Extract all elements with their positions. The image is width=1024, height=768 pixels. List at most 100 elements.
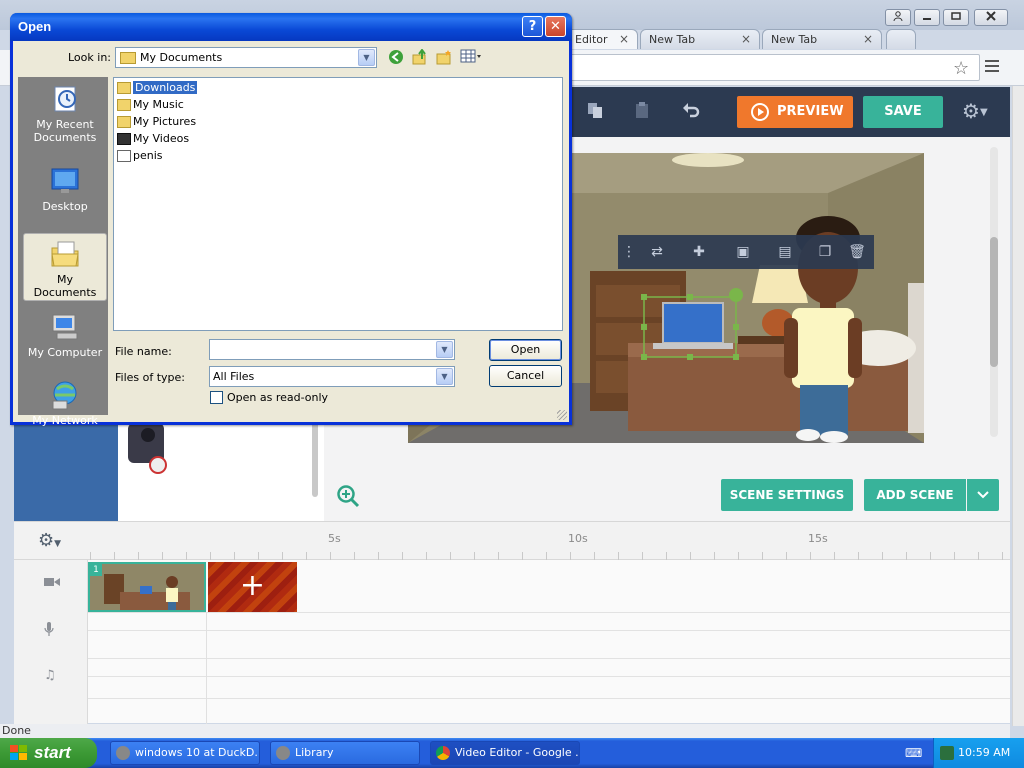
settings-gear-icon[interactable]: ⚙▼ bbox=[962, 99, 988, 123]
read-only-checkbox[interactable] bbox=[210, 391, 223, 404]
file-item-my-videos[interactable]: My Videos bbox=[117, 131, 189, 147]
place-label: My Computer bbox=[27, 346, 103, 359]
bookmark-star-icon[interactable]: ☆ bbox=[953, 58, 969, 79]
tick-label: 15s bbox=[808, 532, 828, 545]
resize-grip[interactable] bbox=[557, 410, 567, 420]
file-name: My Music bbox=[133, 98, 184, 111]
help-button[interactable]: ? bbox=[522, 16, 543, 37]
send-backward-icon[interactable]: ▤ bbox=[776, 243, 794, 261]
file-item-image-file[interactable]: penis bbox=[117, 148, 163, 164]
timeline-settings-icon[interactable]: ⚙▼ bbox=[38, 530, 61, 551]
file-item-downloads[interactable]: Downloads bbox=[117, 80, 198, 96]
user-profile-icon[interactable] bbox=[885, 9, 911, 26]
add-scene-tile[interactable]: + bbox=[208, 562, 297, 612]
chevron-down-icon[interactable]: ▼ bbox=[436, 341, 453, 358]
tab-close-icon[interactable]: × bbox=[863, 32, 873, 46]
page-scrollbar[interactable] bbox=[1012, 86, 1024, 726]
files-of-type-value: All Files bbox=[213, 370, 255, 383]
file-item-my-pictures[interactable]: My Pictures bbox=[117, 114, 196, 130]
tab-close-icon[interactable]: × bbox=[741, 32, 751, 46]
preview-button[interactable]: PREVIEW bbox=[737, 96, 853, 128]
music-note-icon: ♫ bbox=[44, 668, 56, 683]
video-track-icon bbox=[44, 576, 60, 591]
save-button[interactable]: SAVE bbox=[863, 96, 943, 128]
browser-menu-icon[interactable] bbox=[985, 60, 999, 75]
file-name: penis bbox=[133, 149, 163, 162]
place-label: My Documents bbox=[33, 273, 97, 299]
close-window-icon[interactable] bbox=[974, 9, 1008, 26]
start-label: start bbox=[34, 743, 71, 762]
tab-close-icon[interactable]: × bbox=[619, 32, 629, 46]
add-scene-dropdown-button[interactable] bbox=[967, 479, 999, 511]
back-icon[interactable] bbox=[387, 49, 405, 67]
taskbar-item-library[interactable]: Library bbox=[270, 741, 420, 765]
place-my-network[interactable]: My Network bbox=[23, 379, 107, 427]
taskbar-item-duckduckgo[interactable]: windows 10 at DuckD... bbox=[110, 741, 260, 765]
scene-thumbnail[interactable]: 1 bbox=[88, 562, 206, 612]
clock[interactable]: 10:59 AM bbox=[958, 746, 1010, 759]
tray-app-icon[interactable] bbox=[940, 746, 954, 760]
scene-settings-button[interactable]: SCENE SETTINGS bbox=[721, 479, 853, 511]
track-divider bbox=[88, 658, 1010, 659]
add-scene-button[interactable]: ADD SCENE bbox=[864, 479, 966, 511]
files-of-type-label: Files of type: bbox=[115, 371, 186, 384]
tick-label: 5s bbox=[328, 532, 341, 545]
tab-video-editor[interactable]: Editor × bbox=[566, 29, 638, 49]
duplicate-icon[interactable]: ❐ bbox=[816, 243, 834, 261]
tab-label: New Tab bbox=[771, 33, 818, 46]
cancel-button[interactable]: Cancel bbox=[489, 365, 562, 387]
delete-icon[interactable]: 🗑 bbox=[848, 243, 866, 261]
stage-scrollbar[interactable] bbox=[990, 147, 998, 437]
file-list[interactable]: Downloads My Music My Pictures My Videos… bbox=[113, 77, 563, 331]
chevron-down-icon[interactable]: ▼ bbox=[358, 49, 375, 66]
my-documents-icon bbox=[49, 238, 81, 270]
track-headers: ♫ bbox=[14, 560, 88, 724]
ruler-ticks bbox=[90, 552, 1010, 560]
tab-new-tab-1[interactable]: New Tab × bbox=[640, 29, 760, 49]
track-divider bbox=[88, 698, 1010, 699]
restore-icon[interactable] bbox=[943, 9, 969, 26]
start-button[interactable]: start bbox=[0, 738, 97, 768]
look-in-select[interactable]: My Documents ▼ bbox=[115, 47, 377, 68]
file-name: My Pictures bbox=[133, 115, 197, 128]
close-dialog-button[interactable]: ✕ bbox=[545, 16, 566, 37]
view-menu-icon[interactable] bbox=[459, 49, 483, 67]
files-of-type-select[interactable]: All Files ▼ bbox=[209, 366, 455, 387]
place-my-recent-documents[interactable]: My Recent Documents bbox=[23, 83, 107, 144]
look-in-value: My Documents bbox=[140, 51, 223, 64]
add-effect-icon[interactable]: ✚ bbox=[690, 243, 708, 261]
tab-label: Editor bbox=[575, 33, 608, 46]
tab-new-tab-2[interactable]: New Tab × bbox=[762, 29, 882, 49]
place-my-computer[interactable]: My Computer bbox=[23, 311, 107, 359]
drag-handle-icon[interactable]: ⋮ bbox=[620, 243, 638, 261]
chevron-down-icon[interactable]: ▼ bbox=[436, 368, 453, 385]
timeline-ruler: ⚙▼ 5s 10s 15s bbox=[14, 522, 1010, 560]
file-name-input[interactable]: ▼ bbox=[209, 339, 455, 360]
status-text: Done bbox=[0, 724, 1010, 738]
open-button[interactable]: Open bbox=[489, 339, 562, 361]
new-folder-icon[interactable] bbox=[435, 49, 453, 67]
folder-icon bbox=[117, 82, 131, 94]
chevron-down-icon bbox=[977, 491, 989, 499]
desktop-icon bbox=[49, 165, 81, 197]
paste-icon[interactable] bbox=[631, 101, 653, 123]
file-item-my-music[interactable]: My Music bbox=[117, 97, 184, 113]
dialog-titlebar[interactable]: Open ? ✕ bbox=[10, 13, 572, 41]
copy-icon[interactable] bbox=[584, 101, 606, 123]
taskbar-item-video-editor[interactable]: Video Editor - Google ... bbox=[430, 741, 580, 765]
place-my-documents[interactable]: My Documents bbox=[23, 233, 107, 301]
bring-forward-icon[interactable]: ▣ bbox=[734, 243, 752, 261]
undo-icon[interactable] bbox=[680, 101, 702, 123]
object-toolbar: ⋮ ⇄ ✚ ▣ ▤ ❐ 🗑 bbox=[618, 235, 874, 269]
asset-scrollbar[interactable] bbox=[312, 417, 318, 497]
chrome-icon bbox=[436, 746, 450, 760]
new-tab-button[interactable] bbox=[886, 29, 916, 49]
up-folder-icon[interactable] bbox=[411, 48, 429, 67]
keyboard-icon[interactable]: ⌨ bbox=[905, 746, 922, 760]
minimize-icon[interactable] bbox=[914, 9, 940, 26]
zoom-in-icon[interactable] bbox=[336, 484, 360, 508]
address-bar[interactable] bbox=[560, 54, 980, 81]
swap-asset-icon[interactable]: ⇄ bbox=[648, 243, 666, 261]
place-desktop[interactable]: Desktop bbox=[23, 165, 107, 213]
tick-label: 10s bbox=[568, 532, 588, 545]
